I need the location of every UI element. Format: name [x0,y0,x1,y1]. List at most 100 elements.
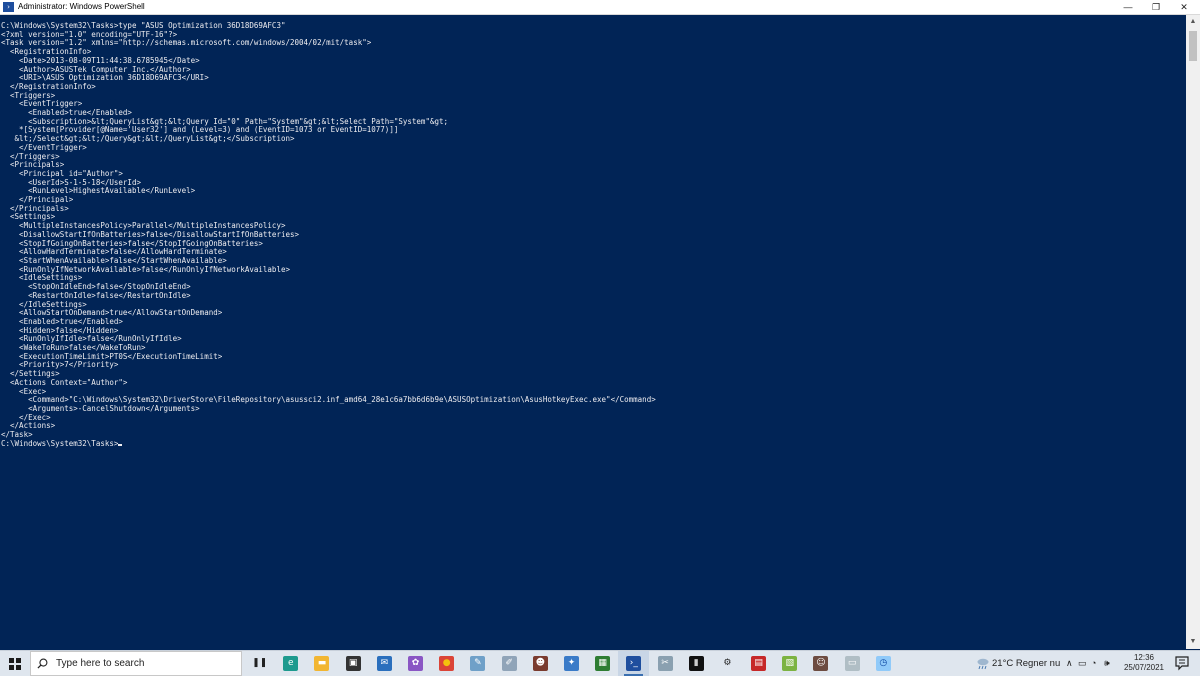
taskbar-app-clock-app[interactable]: ◷ [868,651,899,676]
scroll-down-arrow[interactable]: ▼ [1186,635,1200,649]
mail-icon: ✉ [376,656,392,671]
console-line: <EventTrigger> [1,99,83,109]
console-line: </Exec> [1,412,51,422]
taskbar-search-box[interactable]: Type here to search [30,651,242,676]
show-hidden-icons-chevron-icon[interactable]: ∧ [1066,651,1073,676]
close-button[interactable]: ✕ [1170,0,1198,14]
taskbar-app-monitor-app[interactable]: ▭ [837,651,868,676]
photos-app-icon: ▤ [751,656,767,671]
console-line: <?xml version="1.0" encoding="UTF-16"?> [1,29,178,39]
console-line: <Task version="1.2" xmlns="http://schema… [1,38,372,48]
text-cursor [118,444,123,446]
person-app-icon: ☺ [813,656,829,671]
search-icon [37,658,48,669]
console-line: <RegistrationInfo> [1,47,92,57]
taskbar-app-task-view[interactable]: ❚❚ [244,651,275,676]
utility-app-icon: ✦ [563,656,579,671]
console-line: <Triggers> [1,90,56,100]
pinned-apps: ❚❚ e ▬ ▣ ✉ ✿ ● ✎ ✐ ☻ ✦ ▦ ›_ ✂ ▮ ⚙ ▤ ▧ ☺ ▭ ◷ [244,651,899,676]
taskbar: Type here to search ❚❚ e ▬ ▣ ✉ ✿ ● ✎ ✐ ☻ ✦ ▦ ›_ ✂ ▮ ⚙ ▤ ▧… [0,650,1200,676]
console-line: <StartWhenAvailable>false</StartWhenAvai… [1,255,227,265]
console-line: <AllowStartOnDemand>true</AllowStartOnDe… [1,308,223,318]
console-line: </Actions> [1,421,56,431]
console-line: <Author>ASUSTek Computer Inc.</Author> [1,64,191,74]
vertical-scrollbar[interactable]: ▲ ▼ [1186,15,1200,649]
title-bar: › Administrator: Windows PowerShell — ❐ … [0,0,1200,15]
scrollbar-thumb[interactable] [1189,31,1197,61]
windows-logo-icon [9,657,21,670]
console-line: <ExecutionTimeLimit>PT0S</ExecutionTimeL… [1,351,223,361]
taskbar-app-notepad-app[interactable]: ✎ [462,651,493,676]
clock[interactable]: 12:36 25/07/2021 [1120,653,1168,673]
monitor-app-icon: ▭ [844,656,860,671]
taskbar-app-chrome[interactable]: ● [431,651,462,676]
edge-icon: e [283,656,299,671]
settings-icon: ⚙ [719,656,735,671]
console-line: <Enabled>true</Enabled> [1,108,132,118]
scroll-up-arrow[interactable]: ▲ [1186,15,1200,29]
console-line: <RunOnlyIfIdle>false</RunOnlyIfIdle> [1,334,182,344]
weather-rain-icon[interactable] [976,656,990,670]
editor-app-icon: ✐ [501,656,517,671]
console-line: </EventTrigger> [1,142,87,152]
console-line: <WakeToRun>false</WakeToRun> [1,343,146,353]
taskbar-app-photos-app[interactable]: ▤ [743,651,774,676]
taskbar-app-mail[interactable]: ✉ [369,651,400,676]
search-placeholder: Type here to search [56,658,145,669]
avatar-app-icon: ☻ [532,656,548,671]
window-title: Administrator: Windows PowerShell [18,2,145,11]
snipping-app-icon: ✂ [657,656,673,671]
taskbar-app-paint-app[interactable]: ✿ [400,651,431,676]
file-explorer-icon: ▬ [314,656,330,671]
console-line: &lt;/Select&gt;&lt;/Query&gt;&lt;/QueryL… [1,134,295,144]
console-line: *[System[Provider[@Name='User32'] and (L… [1,125,399,135]
console-line: <Priority>7</Priority> [1,360,119,370]
console-line: </Principal> [1,195,74,205]
taskbar-app-task-manager[interactable]: ▦ [587,651,618,676]
minimize-button[interactable]: — [1114,0,1142,14]
taskbar-app-file-explorer[interactable]: ▬ [306,651,337,676]
console-line: <RunLevel>HighestAvailable</RunLevel> [1,186,196,196]
console-line: <Principals> [1,160,65,170]
start-button[interactable] [0,651,30,676]
taskbar-app-person-app[interactable]: ☺ [805,651,836,676]
taskbar-app-store[interactable]: ▣ [338,651,369,676]
taskbar-app-terminal[interactable]: ▮ [681,651,712,676]
network-icon[interactable]: ◔ [1091,651,1096,676]
console-line: </Triggers> [1,151,60,161]
console-prompt: C:\Windows\System32\Tasks> [1,438,119,448]
console-line: <DisallowStartIfOnBatteries>false</Disal… [1,229,300,239]
task-view-icon: ❚❚ [252,656,267,671]
console-line: <Settings> [1,212,56,222]
weather-widget[interactable]: 21°C Regner nu [992,651,1060,676]
store-icon: ▣ [345,656,361,671]
system-tray: 21°C Regner nu ∧ ▭ ◔ 🕪 12:36 25/07/2021 [968,651,1200,676]
taskbar-app-edge[interactable]: e [275,651,306,676]
console-output-area[interactable]: C:\Windows\System32\Tasks>type "ASUS Opt… [0,15,1186,649]
battery-icon[interactable]: ▭ [1078,651,1087,676]
console-line: </Settings> [1,369,60,379]
console-line: <AllowHardTerminate>false</AllowHardTerm… [1,247,227,257]
taskbar-app-powershell[interactable]: ›_ [618,651,650,676]
console-line: <IdleSettings> [1,273,83,283]
taskbar-app-editor-app[interactable]: ✐ [494,651,525,676]
chrome-icon: ● [439,656,455,671]
taskbar-app-utility-app[interactable]: ✦ [556,651,587,676]
taskbar-app-sheet-app[interactable]: ▧ [774,651,805,676]
notepad-app-icon: ✎ [470,656,486,671]
maximize-button[interactable]: ❐ [1142,0,1170,14]
console-line: </Principals> [1,203,69,213]
console-line: <RunOnlyIfNetworkAvailable>false</RunOnl… [1,264,290,274]
console-line: <StopIfGoingOnBatteries>false</StopIfGoi… [1,238,263,248]
taskbar-app-settings[interactable]: ⚙ [712,651,743,676]
console-line: <StopOnIdleEnd>false</StopOnIdleEnd> [1,282,191,292]
terminal-icon: ▮ [688,656,704,671]
paint-app-icon: ✿ [408,656,424,671]
taskbar-app-snipping-app[interactable]: ✂ [649,651,680,676]
console-line: C:\Windows\System32\Tasks>type "ASUS Opt… [1,21,286,30]
notification-center-icon[interactable] [1174,655,1190,671]
volume-icon[interactable]: 🕪 [1104,651,1110,676]
taskbar-app-avatar-app[interactable]: ☻ [525,651,556,676]
console-line: <Principal id="Author"> [1,168,123,178]
console-line: </RegistrationInfo> [1,81,96,91]
